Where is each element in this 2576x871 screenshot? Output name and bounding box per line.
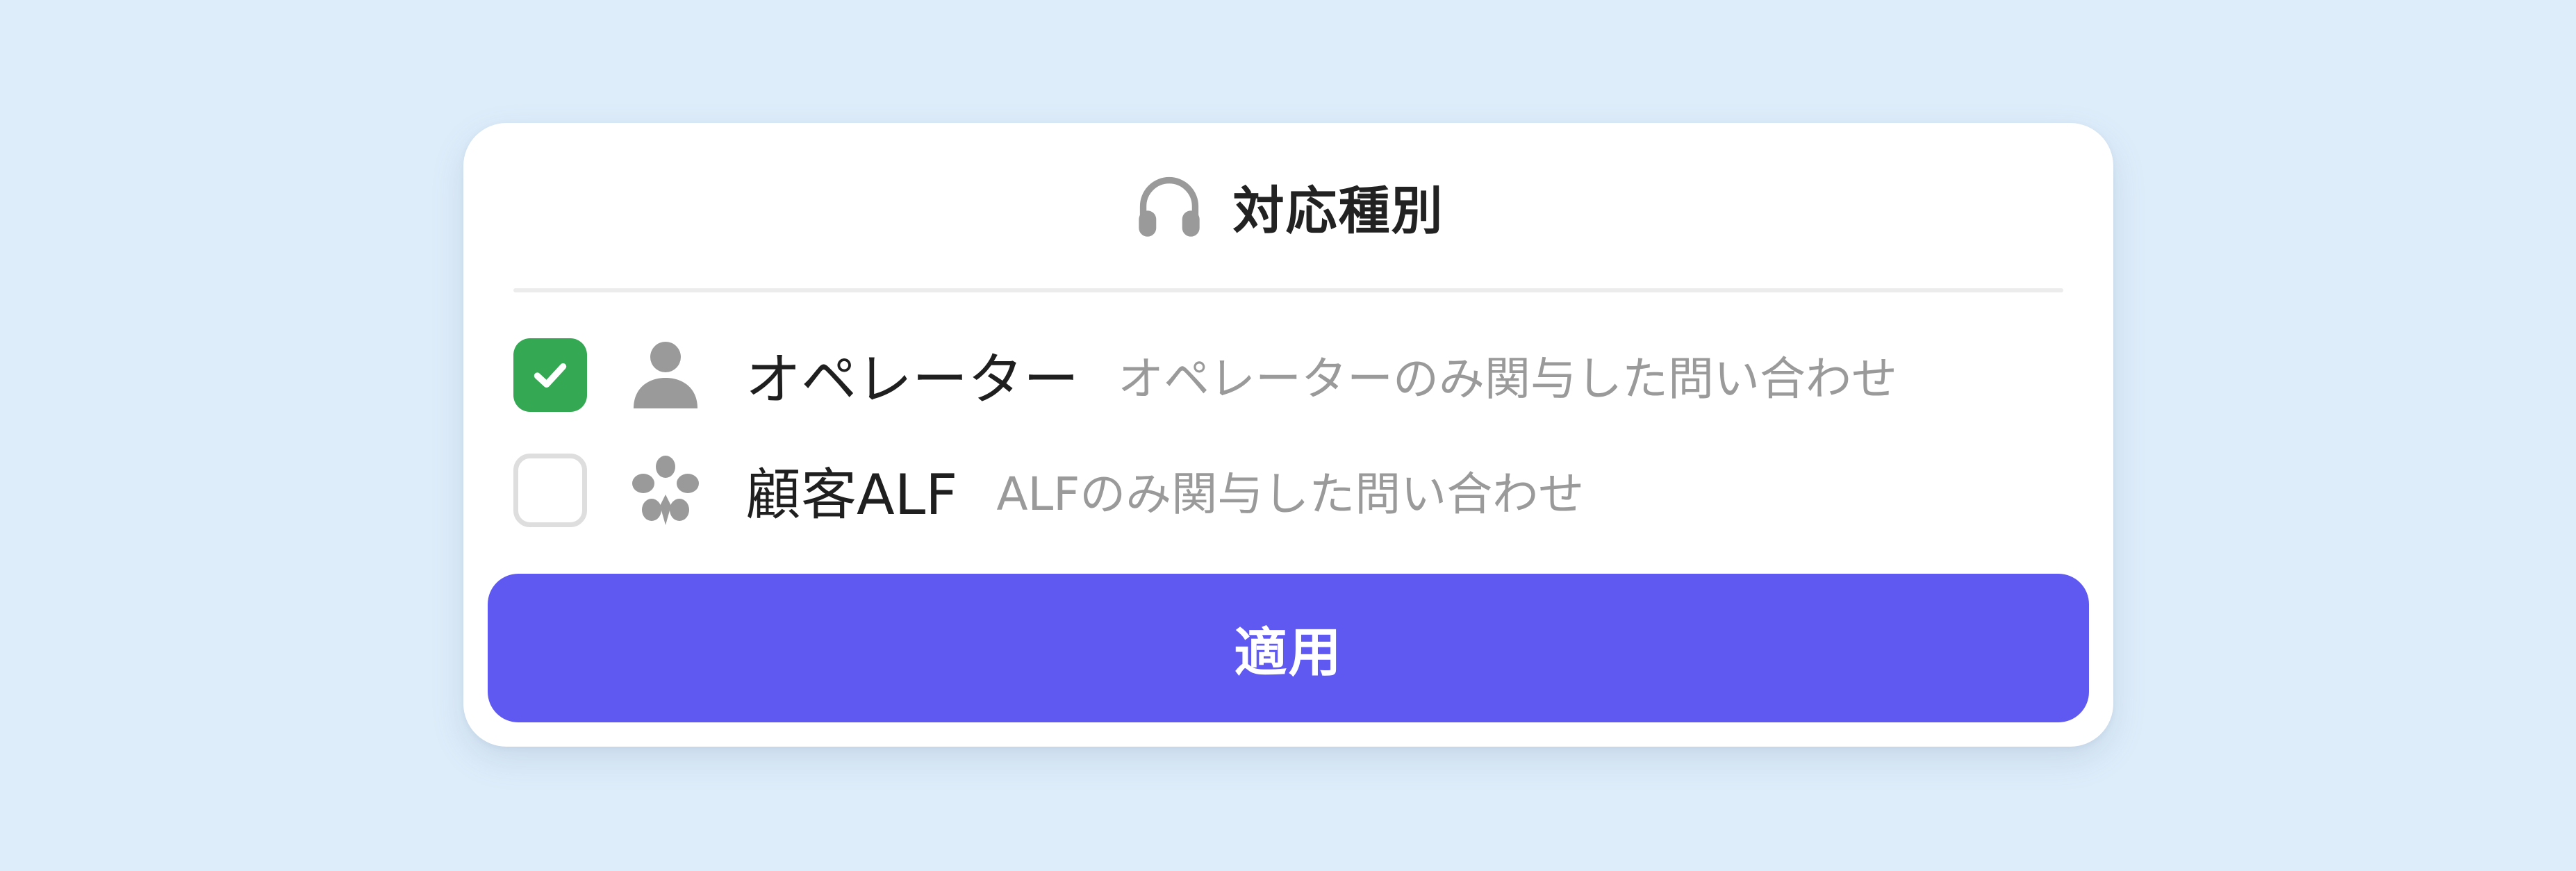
headphones-icon xyxy=(1133,170,1205,242)
option-label: 顧客ALF xyxy=(745,463,958,527)
panel-header: 対応種別 xyxy=(463,123,2113,290)
option-description: オペレーターのみ関与した問い合わせ xyxy=(1118,352,1897,406)
operator-checkbox[interactable] xyxy=(513,338,587,412)
flower-icon xyxy=(627,452,704,529)
checkmark-icon xyxy=(534,363,567,388)
apply-button[interactable]: 適用 xyxy=(488,574,2089,722)
option-customer-alf[interactable]: 顧客ALF ALFのみ関与した問い合わせ xyxy=(513,450,2063,531)
customer-alf-checkbox[interactable] xyxy=(513,454,587,527)
person-icon xyxy=(627,337,704,413)
panel-title: 対応種別 xyxy=(1232,181,1444,241)
apply-button-label: 適用 xyxy=(1234,622,1343,683)
option-operator[interactable]: オペレーター オペレーターのみ関与した問い合わせ xyxy=(513,335,2063,415)
option-description: ALFのみ関与した問い合わせ xyxy=(996,467,1585,521)
option-label: オペレーター xyxy=(745,347,1079,412)
filter-panel: 対応種別 オペレーター オペレーターのみ関与した問い合わせ 顧客ALF ALFの… xyxy=(463,123,2113,747)
header-divider xyxy=(513,288,2063,292)
